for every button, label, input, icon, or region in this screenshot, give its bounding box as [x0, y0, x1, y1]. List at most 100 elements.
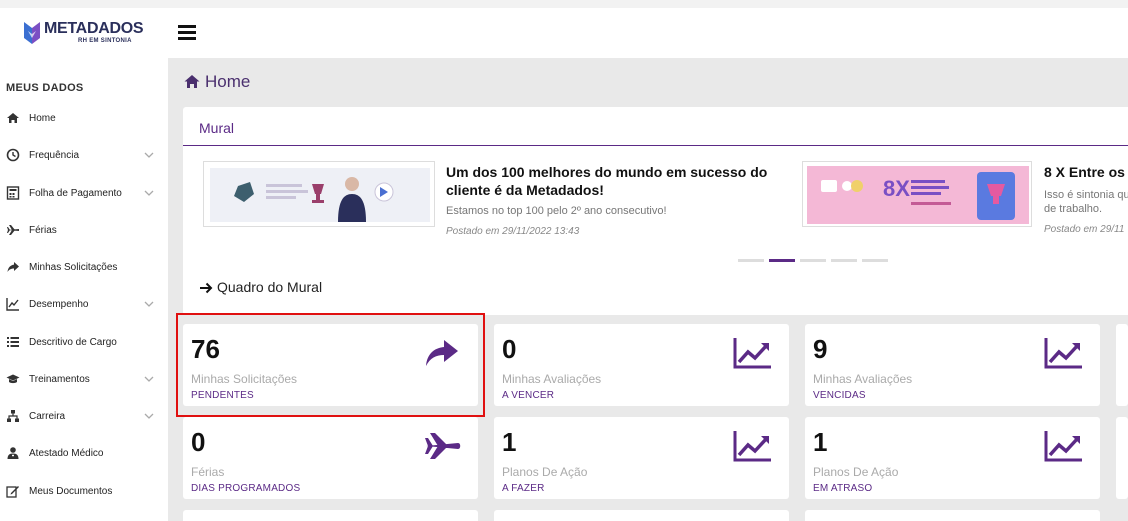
post-title[interactable]: 8 X Entre os: [1044, 163, 1128, 181]
stat-caption: Minhas Avaliações: [502, 372, 602, 386]
post-date: Postado em 29/11: [1044, 224, 1125, 235]
post-title-line: cliente é da Metadados!: [446, 182, 604, 198]
line-chart-icon: [6, 298, 19, 311]
graduation-cap-icon: [6, 374, 20, 384]
stat-card-planos-a-fazer[interactable]: 1 Planos De Ação A FAZER: [494, 417, 789, 499]
stat-caption: Planos De Ação: [813, 465, 899, 479]
sidebar-item-label: Descritivo de Cargo: [29, 337, 117, 348]
stat-card-solicitacoes-pendentes[interactable]: 76 Minhas Solicitações PENDENTES: [183, 324, 478, 406]
menu-toggle-button[interactable]: [178, 25, 196, 41]
sidebar-item-ferias[interactable]: Férias: [6, 222, 158, 240]
edit-icon: [6, 486, 19, 498]
mural-title: Mural: [199, 120, 235, 136]
carousel-dot[interactable]: [831, 259, 857, 262]
plane-icon: [425, 433, 461, 459]
sidebar-item-label: Treinamentos: [29, 374, 90, 385]
hamburger-bar: [178, 31, 196, 34]
logo-tagline: RH EM SINTONIA: [78, 38, 132, 44]
area-chart-icon: [1044, 338, 1082, 369]
stat-value: 0: [502, 334, 517, 364]
carousel-dot[interactable]: [800, 259, 826, 262]
stat-caption: Minhas Solicitações: [191, 372, 298, 386]
sidebar-item-carreira[interactable]: Carreira: [6, 408, 158, 426]
mural-divider: [183, 145, 1128, 146]
sidebar-item-frequencia[interactable]: Frequência: [6, 147, 158, 165]
area-chart-icon: [733, 338, 771, 369]
stat-subtitle: A VENCER: [502, 390, 555, 401]
sidebar-item-treinamentos[interactable]: Treinamentos: [6, 371, 158, 389]
page-title-text: Home: [205, 72, 251, 91]
stat-card-partial[interactable]: [494, 510, 789, 521]
share-icon: [426, 340, 458, 366]
post-image[interactable]: 8X: [802, 161, 1032, 227]
top-strip: [0, 0, 1128, 8]
sidebar-item-descritivo-de-cargo[interactable]: Descritivo de Cargo: [6, 334, 158, 352]
user-md-icon: [7, 447, 19, 459]
post-image[interactable]: [203, 161, 435, 227]
arrow-right-icon: [200, 282, 213, 294]
calculator-icon: [6, 186, 20, 200]
stat-value: 1: [502, 427, 517, 457]
banner-8x-text: 8X: [883, 176, 910, 201]
stat-caption: Minhas Avaliações: [813, 372, 913, 386]
quadro-do-mural-link[interactable]: Quadro do Mural: [199, 279, 322, 295]
stat-card-avaliacoes-vencidas[interactable]: 9 Minhas Avaliações VENCIDAS: [805, 324, 1100, 406]
post-title-line: Um dos 100 melhores do mundo em sucesso …: [446, 164, 768, 180]
quadro-link-text: Quadro do Mural: [217, 279, 323, 295]
sidebar-item-label: Minhas Solicitações: [29, 262, 118, 273]
sidebar-item-label: Folha de Pagamento: [29, 188, 122, 199]
metadados-logo[interactable]: METADADOS RH EM SINTONIA: [22, 18, 152, 48]
sidebar-item-meus-documentos[interactable]: Meus Documentos: [6, 483, 158, 501]
sidebar-item-label: Frequência: [29, 150, 80, 161]
stat-card-partial[interactable]: [183, 510, 478, 521]
chevron-down-icon: [144, 376, 154, 382]
stat-caption: Férias: [191, 465, 225, 479]
clock-icon: [6, 148, 20, 162]
stat-card-partial[interactable]: [1116, 324, 1128, 406]
sidebar-item-folha-de-pagamento[interactable]: Folha de Pagamento: [6, 185, 158, 203]
post-banner-image: 8X: [803, 162, 1031, 226]
stat-subtitle: VENCIDAS: [813, 390, 866, 401]
carousel-dot-active[interactable]: [769, 259, 795, 262]
sidebar-item-label: Carreira: [29, 411, 66, 422]
home-icon: [7, 113, 19, 123]
sidebar-item-atestado-medico[interactable]: Atestado Médico: [6, 445, 158, 463]
post-title[interactable]: Um dos 100 melhores do mundo em sucesso …: [446, 163, 796, 199]
stat-card-planos-em-atraso[interactable]: 1 Planos De Ação EM ATRASO: [805, 417, 1100, 499]
hamburger-bar: [178, 37, 196, 40]
stat-subtitle: DIAS PROGRAMADOS: [191, 483, 301, 494]
hamburger-bar: [178, 25, 196, 28]
stat-value: 0: [191, 427, 206, 457]
sidebar: MEUS DADOS Home Frequência Folha de Paga…: [0, 58, 168, 521]
sidebar-item-minhas-solicitacoes[interactable]: Minhas Solicitações: [6, 259, 158, 277]
logo-mark-icon: [24, 22, 40, 44]
main-content: Home Mural Um dos 100 melhores do mundo …: [168, 58, 1128, 521]
logo-name: METADADOS: [44, 20, 144, 37]
stat-subtitle: PENDENTES: [191, 390, 254, 401]
post-banner-image: [204, 162, 434, 226]
sidebar-item-home[interactable]: Home: [6, 110, 158, 128]
share-icon: [7, 262, 19, 272]
page-title: Home: [184, 72, 250, 92]
stat-caption: Planos De Ação: [502, 465, 588, 479]
sidebar-item-label: Desempenho: [29, 299, 89, 310]
stat-card-avaliacoes-a-vencer[interactable]: 0 Minhas Avaliações A VENCER: [494, 324, 789, 406]
post-description: de trabalho.: [1044, 203, 1103, 215]
sidebar-item-desempenho[interactable]: Desempenho: [6, 296, 158, 314]
chevron-down-icon: [144, 301, 154, 307]
stat-card-ferias-dias-programados[interactable]: 0 Férias DIAS PROGRAMADOS: [183, 417, 478, 499]
mural-panel: Mural Um dos 100 melhores do mundo em su…: [183, 107, 1128, 315]
sidebar-item-label: Férias: [29, 225, 57, 236]
carousel-dot[interactable]: [738, 259, 764, 262]
carousel-dot[interactable]: [862, 259, 888, 262]
area-chart-icon: [1044, 431, 1082, 462]
chevron-down-icon: [144, 190, 154, 196]
area-chart-icon: [733, 431, 771, 462]
chevron-down-icon: [144, 413, 154, 419]
sidebar-item-label: Atestado Médico: [29, 448, 104, 459]
stat-subtitle: EM ATRASO: [813, 483, 873, 494]
stat-value: 1: [813, 427, 828, 457]
stat-card-partial[interactable]: [805, 510, 1100, 521]
sidebar-item-label: Home: [29, 113, 56, 124]
stat-card-partial[interactable]: [1116, 417, 1128, 499]
